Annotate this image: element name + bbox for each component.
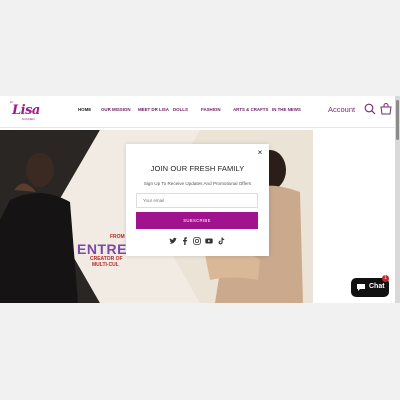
chat-bubble-icon [357,284,365,291]
hero-headline: ENTRE [77,241,127,257]
nav-meet-dr-lisa[interactable]: MEET DR LISA [138,107,169,112]
nav-fashion[interactable]: FASHION [201,107,221,112]
account-link[interactable]: Account [328,105,355,114]
site-logo[interactable]: Dr. Lisa GOLDEN [10,100,40,122]
newsletter-popup: × JOIN OUR FRESH FAMILY Sign Up To Recei… [126,144,269,256]
youtube-icon[interactable] [205,237,213,245]
popup-subtitle: Sign Up To Receive Updates And Promotion… [143,181,252,186]
hero-subline-2: MULTI-CUL [92,262,119,268]
instagram-icon[interactable] [193,237,201,245]
subscribe-button[interactable]: SUBSCRIBE [136,212,258,229]
chat-unread-badge: 1 [382,275,389,282]
tiktok-icon[interactable] [217,237,225,245]
search-icon[interactable] [364,103,376,115]
nav-arts-crafts[interactable]: ARTS & CRAFTS [233,107,268,112]
email-field[interactable] [136,193,258,208]
nav-our-mission[interactable]: OUR MISSION [101,107,131,112]
logo-sub: GOLDEN [22,117,35,121]
page-scrollbar-thumb[interactable] [396,100,399,140]
cart-icon[interactable] [380,103,392,115]
site-header: Dr. Lisa GOLDEN HOME OUR MISSION MEET DR… [0,96,395,128]
nav-home[interactable]: HOME [78,107,91,112]
hero-from-text: FROM [110,234,125,240]
popup-close-button[interactable]: × [255,148,265,158]
nav-dolls[interactable]: DOLLS [173,107,188,112]
facebook-icon[interactable] [181,237,189,245]
popup-title: JOIN OUR FRESH FAMILY [150,164,245,173]
logo-script: Lisa [12,103,40,118]
chat-label: Chat [369,283,385,290]
nav-in-the-news[interactable]: IN THE NEWS [272,107,301,112]
twitter-icon[interactable] [169,237,177,245]
